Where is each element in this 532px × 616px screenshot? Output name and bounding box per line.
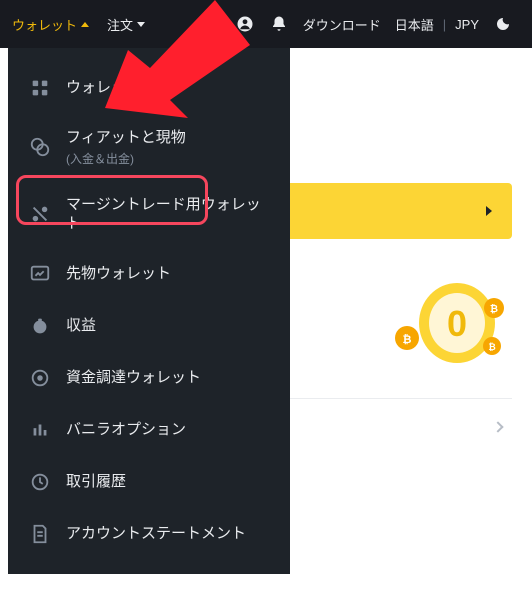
caret-up-icon [81, 22, 89, 27]
menu-label: 資金調達ウォレット [66, 368, 201, 388]
overview-icon [28, 76, 52, 100]
menu-label: マージントレード用ウォレット [66, 195, 270, 234]
menu-transaction-history[interactable]: 取引履歴 [8, 456, 290, 508]
futures-icon [28, 262, 52, 286]
menu-earn[interactable]: 収益 [8, 300, 290, 352]
account-icon[interactable] [235, 14, 255, 34]
svg-text:0: 0 [447, 303, 467, 344]
promo-image: 0 ₿ ₿ ₿ [382, 278, 512, 368]
chevron-right-icon [486, 206, 492, 216]
fiat-spot-icon [28, 135, 52, 159]
menu-label: アカウントステートメント [66, 524, 246, 544]
menu-funding[interactable]: 資金調達ウォレット [8, 352, 290, 404]
statement-icon [28, 522, 52, 546]
svg-text:₿: ₿ [488, 342, 495, 352]
menu-sublabel: (入金＆出金) [66, 150, 186, 167]
nav-currency[interactable]: JPY [455, 17, 479, 32]
menu-label: 先物ウォレット [66, 264, 171, 284]
menu-label: フィアットと現物 [66, 128, 186, 148]
menu-fiat-spot[interactable]: フィアットと現物 (入金＆出金) [8, 114, 290, 181]
caret-down-icon [137, 22, 145, 27]
menu-wallet-overview[interactable]: ウォレット概要 [8, 62, 290, 114]
theme-toggle-icon[interactable] [493, 14, 513, 34]
menu-label: バニラオプション [66, 420, 186, 440]
chevron-right-icon [492, 421, 503, 432]
wallet-dropdown: ウォレット概要 フィアットと現物 (入金＆出金) マージントレード用ウォレット … [8, 48, 290, 574]
svg-text:₿: ₿ [403, 334, 412, 346]
svg-text:₿: ₿ [490, 303, 498, 315]
menu-label: 取引履歴 [66, 472, 126, 492]
vanilla-icon [28, 418, 52, 442]
menu-margin[interactable]: マージントレード用ウォレット [8, 181, 290, 248]
notification-bell-icon[interactable] [269, 14, 289, 34]
menu-label: ウォレット概要 [66, 78, 171, 98]
nav-wallet-label: ウォレット [12, 15, 77, 34]
nav-orders[interactable]: 注文 [107, 15, 145, 34]
nav-orders-label: 注文 [107, 15, 133, 34]
nav-wallet[interactable]: ウォレット [12, 15, 89, 34]
history-icon [28, 470, 52, 494]
menu-label: 収益 [66, 316, 96, 336]
menu-futures[interactable]: 先物ウォレット [8, 248, 290, 300]
earn-icon [28, 314, 52, 338]
nav-language[interactable]: 日本語 [395, 15, 434, 34]
menu-vanilla-options[interactable]: バニラオプション [8, 404, 290, 456]
margin-icon [28, 202, 52, 226]
funding-icon [28, 366, 52, 390]
menu-account-statement[interactable]: アカウントステートメント [8, 508, 290, 560]
divider: | [443, 17, 446, 32]
top-navigation: ウォレット 注文 ダウンロード 日本語 | JPY [0, 0, 532, 48]
nav-download[interactable]: ダウンロード [303, 15, 381, 34]
